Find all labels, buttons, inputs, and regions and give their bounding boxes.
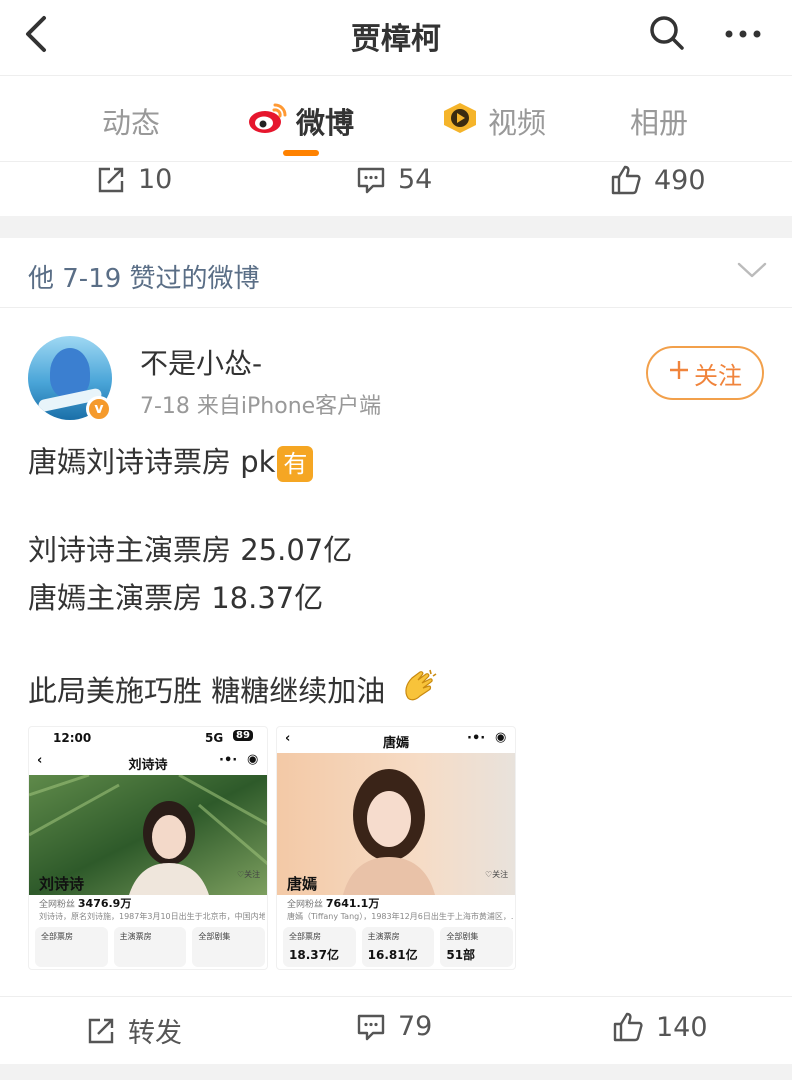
like-count: 140 [656,1011,708,1043]
status-battery: 89 [233,730,253,741]
thumbs-up-icon [612,1011,644,1043]
post-line-2: 刘诗诗主演票房 25.07亿 [28,533,353,567]
section-divider [0,1064,792,1080]
weibo-post: v 不是小怂- 7-18 来自iPhone客户端 关注 唐嫣刘诗诗票房 pk 有 … [0,308,792,1068]
comment-button[interactable]: 79 [356,1011,432,1042]
actress-name: 刘诗诗 [39,875,85,893]
stat-value: 16.81亿 [367,948,418,962]
active-tab-indicator [283,150,319,156]
comment-count: 79 [398,1011,433,1042]
fans-value: 7641.1万 [325,897,380,910]
search-icon[interactable] [646,12,688,54]
stats-row: 全部票房 主演票房 全部剧集 [35,927,266,967]
actress-bio: 刘诗诗，原名刘诗施，1987年3月10日出生于北京市，中国内地... [39,912,265,921]
weibo-logo-icon [248,101,288,142]
thumb-follow-label: 关注 [492,870,509,879]
more-icon: ·•· [219,753,238,768]
stat-label: 全部票房 [41,932,73,941]
liked-section-header[interactable]: 他 7-19 赞过的微博 [0,238,792,308]
stat-card: 全部票房 [35,927,108,967]
like-count: 490 [654,164,706,196]
chevron-down-icon[interactable] [736,258,768,286]
stat-label: 全部剧集 [446,932,479,941]
fans-label: 全网粉丝 [39,900,76,910]
repost-button[interactable]: 转发 [86,1011,182,1050]
tab-label: 动态 [102,106,161,140]
stat-label: 全部剧集 [198,932,231,941]
section-divider [0,216,792,238]
thumb-follow: ♡关注 [237,870,261,879]
stat-value: 51部 [446,948,476,962]
post-meta: 7-18 来自iPhone客户端 [140,394,382,419]
actress-name: 唐嫣 [287,875,318,893]
follow-label: 关注 [694,361,742,390]
comment-button[interactable]: 54 [356,164,432,195]
stats-row: 全部票房 18.37亿 主演票房 16.81亿 全部剧集 51部 [283,927,514,967]
post-line-1: 唐嫣刘诗诗票房 pk [28,445,276,479]
post-image-2[interactable]: ‹ 唐嫣 ·•· ◉ 唐嫣 ♡关注 全网粉丝 7641.1万 唐嫣（Tiffan… [276,726,516,970]
more-icon[interactable] [720,12,766,54]
stat-label: 全部票房 [289,932,321,941]
top-bar: 贾樟柯 [0,0,792,76]
thumb-nav-bar: ‹ 刘诗诗 ·•· ◉ [29,749,267,775]
post-text-line: 此局美施巧胜 糖糖继续加油 [28,668,440,718]
post-actions: 转发 79 140 [0,996,792,1060]
stat-value: 18.37亿 [289,948,339,962]
thumb-follow: ♡关注 [485,870,509,879]
target-icon: ◉ [247,752,259,767]
comment-icon [356,165,386,195]
fans-label: 全网粉丝 [287,900,324,910]
author-name[interactable]: 不是小怂- [140,342,262,382]
post-line-4: 此局美施巧胜 糖糖继续加油 [28,673,386,708]
more-icon: ·•· [467,731,486,746]
status-signal: 5G [205,731,224,745]
repost-label: 转发 [128,1018,182,1049]
target-icon: ◉ [495,730,507,745]
comment-icon [356,1012,386,1042]
follow-button[interactable]: 关注 [646,346,764,400]
prev-post-actions: 10 54 490 [0,164,792,220]
comment-count: 54 [398,164,433,195]
tab-label: 相册 [630,106,689,140]
liked-section-label: 他 7-19 赞过的微博 [28,264,260,294]
status-time: 12:00 [53,731,92,745]
post-line-3: 唐嫣主演票房 18.37亿 [28,581,324,615]
stat-card: 全部票房 18.37亿 [283,927,356,967]
stat-label: 主演票房 [119,932,152,941]
stat-card: 主演票房 16.81亿 [361,927,435,967]
tab-album[interactable]: 相册 [630,100,688,142]
tab-video[interactable]: 视频 [440,100,546,142]
repost-icon [86,1016,116,1046]
tab-label: 视频 [488,106,547,140]
stat-label: 主演票房 [367,932,400,941]
fans-count: 全网粉丝 3476.9万 [39,895,131,911]
repost-count: 10 [138,164,173,195]
repost-button[interactable]: 10 [96,164,172,195]
post-image-1[interactable]: 12:00 5G 89 ‹ 刘诗诗 ·•· ◉ 刘诗诗 ♡关注 全网粉丝 347… [28,726,268,970]
you-tag-icon: 有 [277,446,314,482]
phone-status-bar: 12:00 5G 89 [29,727,267,749]
clapping-hands-icon [400,668,440,718]
stat-card: 主演票房 [113,927,187,967]
tab-dynamic[interactable]: 动态 [102,100,160,142]
stat-card: 全部剧集 51部 [440,927,514,967]
repost-icon [96,165,126,195]
verified-badge-icon: v [86,396,112,422]
like-button[interactable]: 140 [612,1011,708,1043]
plus-icon [668,359,690,387]
fans-count: 全网粉丝 7641.1万 [287,895,379,911]
post-text-line: 唐嫣刘诗诗票房 pk 有 [28,444,314,482]
video-play-icon [440,101,480,142]
tab-label: 微博 [296,106,355,140]
thumb-follow-label: 关注 [244,870,261,879]
profile-tabs: 动态 微博 视频 相册 [0,76,792,162]
thumbs-up-icon [610,164,642,196]
like-button[interactable]: 490 [610,164,706,196]
actress-bio: 唐嫣（Tiffany Tang），1983年12月6日出生于上海市黄浦区，... [287,912,513,921]
fans-value: 3476.9万 [77,897,132,910]
tab-weibo[interactable]: 微博 [248,100,354,142]
stat-card: 全部剧集 [192,927,266,967]
thumb-nav-bar: ‹ 唐嫣 ·•· ◉ [277,727,515,753]
